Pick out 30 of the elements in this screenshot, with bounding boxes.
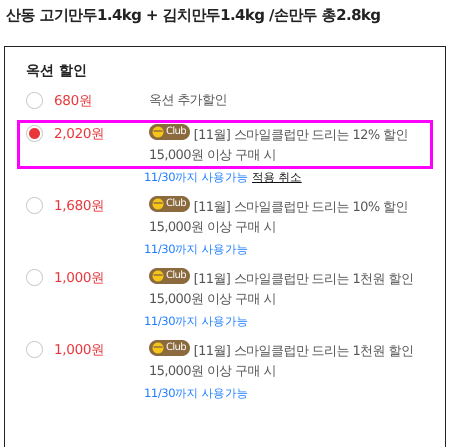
discount-amount: 1,680원 [54,197,106,216]
coupon-title: Club [11월] 스마일클럽만 드리는 12% 할인 [149,124,428,146]
discount-amount: 1,000원 [54,341,106,360]
radio-button[interactable] [26,125,43,142]
discount-amount: 2,020원 [54,125,106,144]
radio-button[interactable] [26,92,43,109]
radio-button[interactable] [26,341,43,358]
club-badge: Club [149,124,190,140]
club-badge: Club [149,268,190,284]
coupon-title: 옥션 추가할인 [149,92,228,110]
expiry-text: 11/30까지 사용가능 [144,242,248,256]
expiry-text: 11/30까지 사용가능 [144,170,248,184]
coupon-condition: 15,000원 이상 구매 시 [149,363,277,381]
coupon-condition: 15,000원 이상 구매 시 [149,219,277,237]
club-badge: Club [149,196,190,212]
discount-amount: 680원 [54,92,94,111]
expiry-text: 11/30까지 사용가능 [144,386,248,400]
section-heading: 옥션 할인 [26,62,88,81]
club-badge: Club [149,340,190,356]
cancel-link[interactable]: 적용 취소 [252,170,302,184]
coupon-title: Club [11월] 스마일클럽만 드리는 1천원 할인 [149,340,428,362]
coupon-title: Club [11월] 스마일클럽만 드리는 1천원 할인 [149,268,428,290]
discount-amount: 1,000원 [54,269,106,288]
coupon-title: Club [11월] 스마일클럽만 드리는 10% 할인 [149,196,428,218]
radio-button[interactable] [26,269,43,286]
product-title: 산동 고기만두1.4kg + 김치만두1.4kg /손만두 총2.8kg [5,5,382,26]
radio-button[interactable] [26,197,43,214]
coupon-condition: 15,000원 이상 구매 시 [149,291,277,309]
coupon-condition: 15,000원 이상 구매 시 [149,147,277,165]
expiry-text: 11/30까지 사용가능 [144,314,248,328]
